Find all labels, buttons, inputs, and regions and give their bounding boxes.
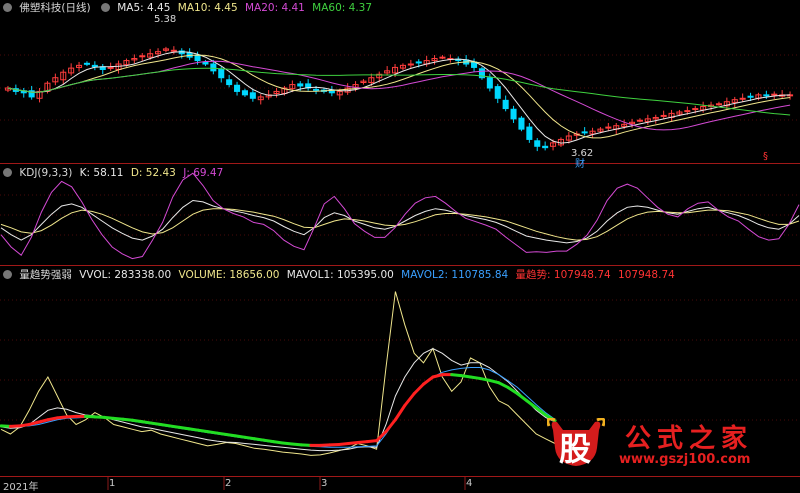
volume-legend-title: 量趋势强弱 bbox=[19, 269, 72, 281]
candle-body bbox=[171, 50, 176, 51]
watermark-url: www.gszj100.com bbox=[619, 452, 750, 467]
volume-legend-trend: 量趋势: 107948.74 bbox=[516, 269, 611, 281]
volume-trend-segment bbox=[424, 377, 433, 384]
candle-body bbox=[503, 100, 508, 108]
x-axis-label-month-1: 1 bbox=[109, 478, 115, 489]
kdj-legend: KDJ(9,3,3) K: 58.11 D: 52.43 J: 69.47 bbox=[0, 166, 227, 180]
x-axis-label-year: 2021年 bbox=[3, 478, 38, 493]
candle-body bbox=[140, 56, 145, 57]
volume-legend-mavol2: MAVOL2: 110785.84 bbox=[401, 269, 508, 281]
candle-body bbox=[487, 78, 492, 88]
volume-mavol2-line bbox=[1, 368, 555, 448]
volume-trend-segment bbox=[499, 383, 508, 388]
volume-mavol1-line bbox=[1, 349, 555, 451]
volume-legend: 量趋势强弱 VVOL: 283338.00 VOLUME: 18656.00 M… bbox=[0, 268, 679, 282]
candle-body bbox=[108, 67, 113, 68]
volume-volume-line bbox=[1, 292, 555, 456]
watermark: 股 公式之家 www.gszj100.com bbox=[547, 418, 782, 470]
candle-body bbox=[637, 120, 642, 121]
candle-body bbox=[764, 95, 769, 96]
candle-body bbox=[211, 64, 216, 71]
event-marker-icon[interactable]: § bbox=[763, 151, 768, 162]
price-high-label: 5.38 bbox=[154, 14, 176, 25]
gear-icon[interactable] bbox=[3, 3, 12, 12]
candle-body bbox=[740, 98, 745, 99]
candle-body bbox=[772, 94, 777, 95]
x-axis-label-month-2: 2 bbox=[225, 478, 231, 489]
candle-body bbox=[219, 69, 224, 77]
watermark-logo-glyph: 股 bbox=[559, 424, 617, 476]
candle-body bbox=[203, 62, 208, 64]
candle-body bbox=[408, 64, 413, 65]
candle-body bbox=[606, 127, 611, 128]
candle-body bbox=[84, 63, 89, 64]
candle-body bbox=[195, 55, 200, 60]
volume-trend-segment bbox=[395, 406, 404, 420]
volume-trend-segment bbox=[414, 384, 423, 394]
candle-body bbox=[235, 85, 240, 91]
kdj-legend-title: KDJ(9,3,3) bbox=[19, 167, 72, 179]
x-axis-label-month-4: 4 bbox=[466, 478, 472, 489]
volume-trend-segment bbox=[405, 394, 414, 406]
candle-body bbox=[527, 127, 532, 139]
price-legend-ma20: MA20: 4.41 bbox=[245, 2, 305, 14]
candle-body bbox=[92, 65, 97, 66]
watermark-title: 公式之家 bbox=[625, 418, 753, 455]
candle-body bbox=[543, 146, 548, 147]
candle-body bbox=[495, 87, 500, 99]
gear-icon[interactable] bbox=[101, 3, 110, 12]
candle-body bbox=[582, 132, 587, 133]
kdj-legend-d: D: 52.43 bbox=[131, 167, 176, 179]
candle-body bbox=[748, 96, 753, 97]
price-legend-ma10: MA10: 4.45 bbox=[178, 2, 238, 14]
candle-body bbox=[693, 109, 698, 110]
candle-body bbox=[685, 111, 690, 112]
candle-body bbox=[298, 84, 303, 86]
kdj-legend-j: J: 69.47 bbox=[183, 167, 223, 179]
volume-legend-vvol: VVOL: 283338.00 bbox=[79, 269, 171, 281]
candle-body bbox=[416, 62, 421, 63]
candle-body bbox=[242, 91, 247, 95]
finance-marker-icon[interactable]: 财 bbox=[575, 155, 585, 170]
candle-body bbox=[716, 104, 721, 105]
candle-body bbox=[227, 80, 232, 85]
price-legend-ma60: MA60: 4.37 bbox=[312, 2, 372, 14]
ma60-line bbox=[8, 68, 790, 115]
volume-legend-volume: VOLUME: 18656.00 bbox=[178, 269, 279, 281]
candle-body bbox=[314, 89, 319, 90]
price-legend-ma5: MA5: 4.45 bbox=[117, 2, 170, 14]
candle-body bbox=[519, 118, 524, 129]
candle-body bbox=[250, 93, 255, 98]
ma10-line bbox=[8, 55, 790, 138]
gear-icon[interactable] bbox=[3, 270, 12, 279]
price-legend: 佛塑科技(日线) MA5: 4.45 MA10: 4.45 MA20: 4.41… bbox=[0, 1, 376, 15]
kdj-legend-k: K: 58.11 bbox=[80, 167, 124, 179]
candle-body bbox=[511, 109, 516, 119]
candle-body bbox=[661, 115, 666, 116]
candle-body bbox=[440, 57, 445, 58]
kdj-j-line bbox=[1, 173, 799, 258]
volume-legend-trend-value: 107948.74 bbox=[618, 269, 675, 281]
candle-body bbox=[535, 141, 540, 146]
gear-icon[interactable] bbox=[3, 168, 12, 177]
x-axis-label-month-3: 3 bbox=[321, 478, 327, 489]
volume-trend-segment bbox=[527, 401, 536, 408]
price-legend-title: 佛塑科技(日线) bbox=[19, 2, 90, 14]
volume-legend-mavol1: MAVOL1: 105395.00 bbox=[287, 269, 394, 281]
